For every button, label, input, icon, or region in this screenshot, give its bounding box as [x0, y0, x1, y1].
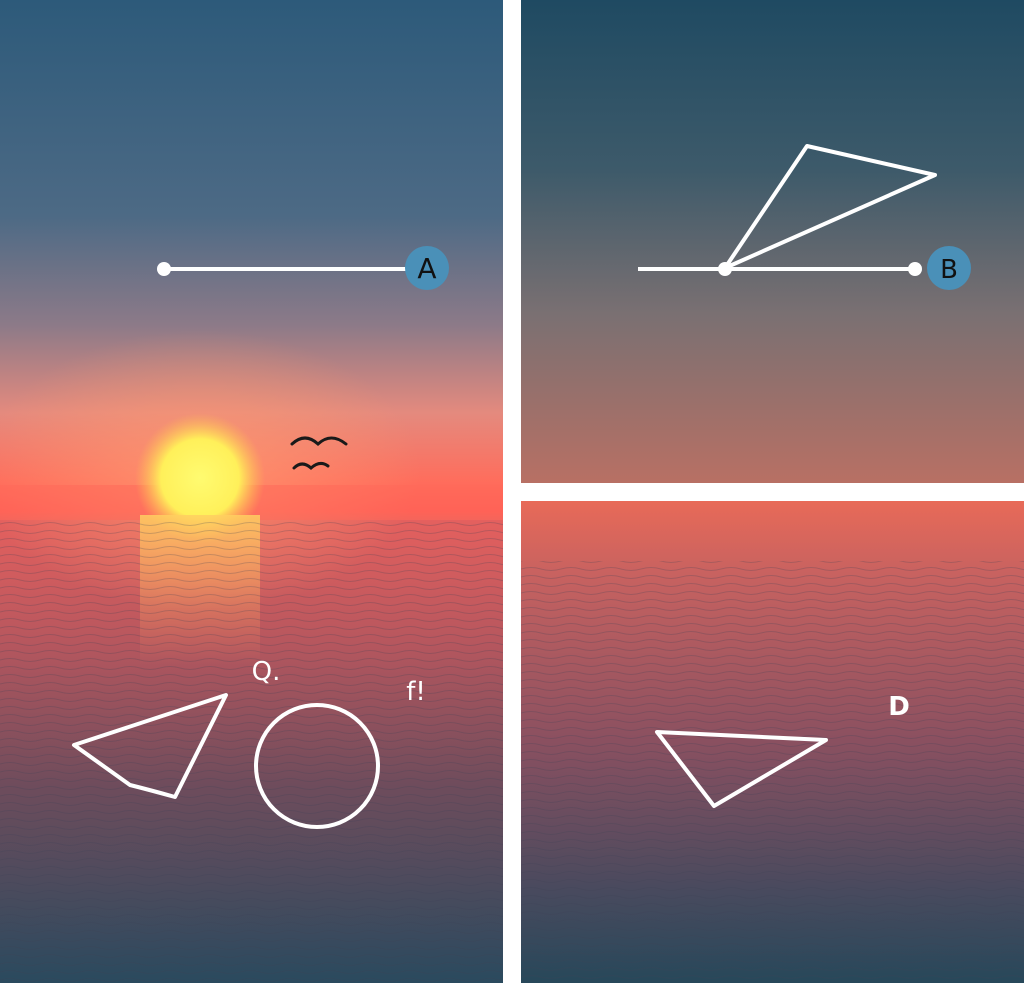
marker-a: A [405, 246, 449, 290]
sea-waves [0, 520, 503, 983]
point-dot-icon [908, 262, 922, 276]
bottom-right-scene: D [521, 501, 1024, 983]
left-scene: A Q. f! [0, 0, 503, 983]
bottom-right-panel: D [521, 501, 1024, 983]
top-right-panel: B [521, 0, 1024, 483]
top-right-scene: B [521, 0, 1024, 483]
letter-d: D [888, 692, 910, 722]
point-dot-icon [718, 262, 732, 276]
glyph-1: Q. [252, 657, 281, 687]
marker-a-label: A [417, 252, 436, 285]
marker-b: B [927, 246, 971, 290]
vertical-divider [503, 0, 521, 983]
horizontal-divider [521, 483, 1024, 501]
glyph-2: f! [406, 677, 426, 707]
marker-b-label: B [940, 255, 958, 285]
point-dot-icon [157, 262, 171, 276]
left-panel: A Q. f! [0, 0, 503, 983]
